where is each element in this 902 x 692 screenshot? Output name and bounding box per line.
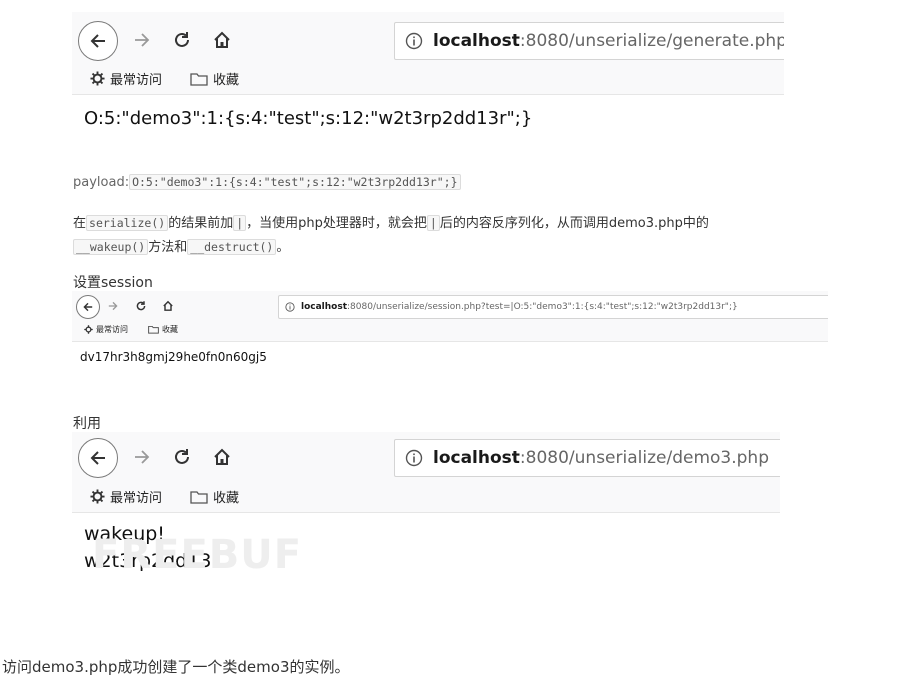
- bookmark-favorites[interactable]: 收藏: [148, 324, 178, 335]
- info-icon: [405, 32, 423, 50]
- home-button[interactable]: [208, 26, 236, 54]
- bookmark-most-visited[interactable]: 最常访问: [84, 324, 128, 335]
- bookmark-label: 收藏: [213, 491, 240, 506]
- text: 后的内容反序列化，从而调用demo3.php中的: [439, 216, 709, 231]
- text: 。: [276, 240, 290, 255]
- home-button[interactable]: [159, 297, 177, 315]
- text: 的结果前加: [168, 216, 234, 231]
- browser-screenshot-generate: localhost:8080/unserialize/generate.php …: [72, 12, 784, 150]
- url-path: :8080/unserialize/session.php?test=|O:5:…: [347, 302, 738, 312]
- explanation-line-1: 在 serialize() 的结果前加 | ，当使用php处理器时，就会把 | 后的内容反序…: [73, 212, 709, 231]
- home-icon: [214, 31, 230, 48]
- reload-icon: [136, 301, 146, 311]
- inline-code: |: [426, 215, 440, 231]
- url-host: localhost: [433, 31, 520, 51]
- bookmark-label: 最常访问: [110, 491, 163, 506]
- home-icon: [214, 448, 230, 465]
- browser-screenshot-session: localhost:8080/unserialize/session.php?t…: [72, 291, 828, 371]
- reload-icon: [175, 32, 189, 47]
- payload-code: O:5:"demo3":1:{s:4:"test";s:12:"w2t3rp2d…: [129, 174, 461, 190]
- bookmark-favorites[interactable]: 收藏: [190, 69, 239, 88]
- url-bar[interactable]: localhost:8080/unserialize/generate.php: [394, 22, 784, 60]
- inline-code: __destruct(): [187, 239, 277, 255]
- forward-button[interactable]: [128, 443, 156, 471]
- url-host: localhost: [301, 302, 348, 312]
- home-button[interactable]: [208, 443, 236, 471]
- inline-code: serialize(): [86, 215, 169, 231]
- text: ，当使用php处理器时，就会把: [246, 216, 427, 231]
- forward-button[interactable]: [128, 26, 156, 54]
- forward-arrow-icon: [108, 301, 118, 311]
- folder-icon: [190, 490, 208, 504]
- text: 在: [73, 216, 87, 231]
- session-id-output: dv17hr3h8gmj29he0fn0n60gj5: [80, 350, 267, 364]
- browser-toolbar: localhost:8080/unserialize/generate.php …: [72, 12, 784, 95]
- bookmark-favorites[interactable]: 收藏: [190, 487, 239, 506]
- info-icon: [405, 449, 423, 467]
- freebuf-watermark: FREEBUF: [92, 532, 303, 578]
- text: 方法和: [148, 240, 188, 255]
- section-heading-use: 利用: [73, 416, 101, 432]
- home-icon: [163, 300, 173, 311]
- back-arrow-icon: [90, 451, 105, 465]
- section-heading-session: 设置session: [73, 275, 153, 291]
- conclusion-text: 访问demo3.php成功创建了一个类demo3的实例。: [2, 658, 350, 676]
- forward-arrow-icon: [135, 450, 150, 464]
- reload-icon: [175, 449, 189, 464]
- folder-icon: [190, 72, 208, 86]
- url-path: :8080/unserialize/demo3.php: [519, 448, 769, 468]
- back-button[interactable]: [78, 438, 118, 478]
- browser-toolbar: localhost:8080/unserialize/demo3.php 最常访…: [72, 432, 780, 513]
- reload-button[interactable]: [132, 297, 150, 315]
- back-arrow-icon: [83, 302, 93, 312]
- forward-arrow-icon: [135, 33, 150, 47]
- explanation-line-2: __wakeup() 方法和 __destruct()。: [73, 236, 289, 255]
- url-bar[interactable]: localhost:8080/unserialize/demo3.php: [394, 439, 780, 477]
- url-bar[interactable]: localhost:8080/unserialize/session.php?t…: [278, 295, 828, 319]
- back-button[interactable]: [78, 21, 118, 61]
- gear-icon: [90, 489, 105, 504]
- bookmark-label: 收藏: [162, 325, 178, 334]
- inline-code: |: [233, 215, 247, 231]
- reload-button[interactable]: [168, 443, 196, 471]
- bookmark-label: 最常访问: [96, 325, 128, 334]
- inline-code: __wakeup(): [73, 239, 149, 255]
- gear-icon: [90, 71, 105, 86]
- payload-label: payload:: [73, 175, 130, 190]
- info-icon: [285, 302, 295, 312]
- browser-toolbar: localhost:8080/unserialize/session.php?t…: [72, 291, 828, 342]
- bookmark-most-visited[interactable]: 最常访问: [90, 69, 162, 88]
- bookmark-most-visited[interactable]: 最常访问: [90, 487, 162, 506]
- back-arrow-icon: [90, 34, 105, 48]
- bookmark-label: 收藏: [213, 73, 240, 88]
- url-host: localhost: [433, 448, 520, 468]
- url-path: :8080/unserialize/generate.php: [519, 31, 784, 51]
- gear-icon: [84, 325, 93, 334]
- reload-button[interactable]: [168, 26, 196, 54]
- folder-icon: [148, 325, 159, 334]
- bookmark-label: 最常访问: [110, 73, 163, 88]
- back-button[interactable]: [76, 295, 100, 319]
- payload-line: payload: O:5:"demo3":1:{s:4:"test";s:12:"…: [73, 174, 461, 190]
- forward-button[interactable]: [104, 297, 122, 315]
- page-output: O:5:"demo3":1:{s:4:"test";s:12:"w2t3rp2d…: [84, 108, 533, 129]
